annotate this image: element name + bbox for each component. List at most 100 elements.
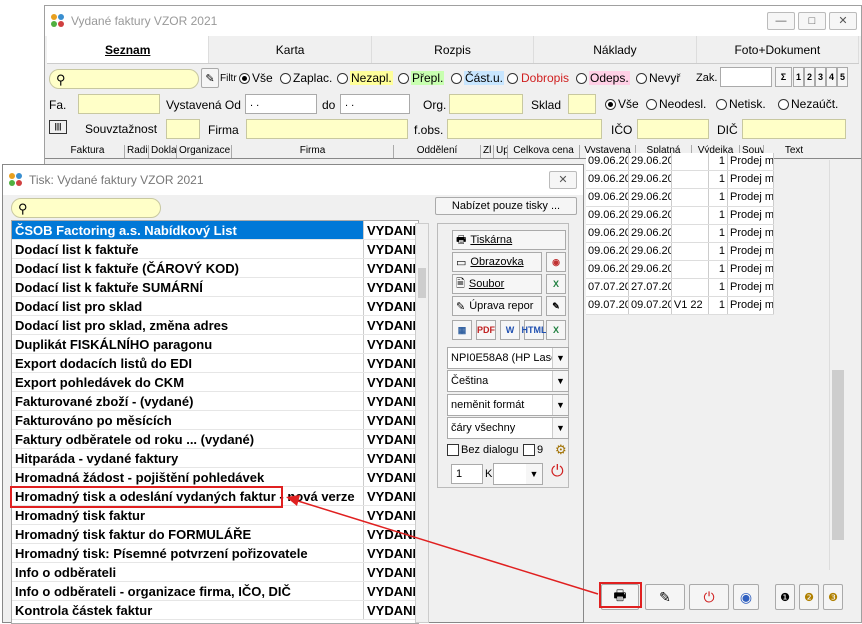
edit-report-button[interactable]: ✎: [645, 584, 685, 610]
date-from-input[interactable]: . .: [245, 94, 317, 114]
printer-select[interactable]: NPI0E58A8 (HP Lase ▼: [447, 347, 569, 369]
org-input[interactable]: [449, 94, 523, 114]
radio-odeps[interactable]: Odeps.: [576, 71, 630, 85]
col-organizace[interactable]: Organizace: [177, 145, 232, 158]
minimize-button[interactable]: —: [767, 12, 795, 30]
print-search-input[interactable]: ⚲: [11, 198, 161, 218]
tab-rozpis[interactable]: Rozpis: [372, 36, 535, 63]
zak-input[interactable]: [720, 67, 772, 87]
table-row[interactable]: 09.06.202129.06.2021 1Prodej mate: [586, 207, 774, 225]
tab-seznam[interactable]: Seznam: [47, 36, 210, 63]
settings-wand-icon[interactable]: ⚙: [555, 442, 567, 458]
print-list-item[interactable]: Fakturováno po měsících VYDANI: [12, 411, 418, 430]
camera-icon[interactable]: ◉: [546, 252, 566, 272]
print-list-item[interactable]: Hromadný tisk faktur do FORMULÁŘE VYDANI: [12, 525, 418, 544]
print-list-item[interactable]: ČSOB Factoring a.s. Nabídkový List VYDANI: [12, 221, 418, 240]
table-row[interactable]: 09.07.202109.07.2021V1 221Prodej mate: [586, 297, 774, 315]
step-1-button[interactable]: ❶: [775, 584, 795, 610]
nine-checkbox[interactable]: 9: [523, 444, 543, 456]
firma-input[interactable]: [246, 119, 408, 139]
table-row[interactable]: 09.06.202129.06.2021 1Prodej mate: [586, 243, 774, 261]
print-list-item[interactable]: Hromadný tisk faktur VYDANI: [12, 506, 418, 525]
print-list-item[interactable]: Fakturované zboží - (vydané) VYDANI: [12, 392, 418, 411]
uprava-button[interactable]: ✎ Úprava repor: [452, 296, 542, 316]
radio-vse-2[interactable]: Vše: [605, 97, 639, 111]
col-faktura[interactable]: Faktura: [51, 145, 125, 158]
radio-vse[interactable]: Vše: [239, 71, 273, 85]
print-list-item[interactable]: Dodací list k faktuře (ČÁROVÝ KOD) VYDANI: [12, 259, 418, 278]
obrazovka-button[interactable]: ▭ Obrazovka: [452, 252, 542, 272]
col-doklad[interactable]: Doklad: [149, 145, 177, 158]
print-list-item[interactable]: Info o odběrateli - organizace firma, IČ…: [12, 582, 418, 601]
print-list-scrollbar[interactable]: [415, 223, 429, 623]
close-button[interactable]: ✕: [829, 12, 857, 30]
radio-netisk[interactable]: Netisk.: [716, 97, 766, 111]
col-up[interactable]: Up: [494, 145, 508, 158]
print-list-item[interactable]: Duplikát FISKÁLNÍHO paragonu VYDANI: [12, 335, 418, 354]
print-close-button[interactable]: ✕: [549, 171, 577, 189]
search-input[interactable]: ⚲: [49, 69, 199, 89]
col-zl[interactable]: Zl: [481, 145, 494, 158]
eraser-icon[interactable]: ✎: [201, 68, 219, 88]
radio-nevyr[interactable]: Nevyř: [636, 71, 680, 85]
step-2-button[interactable]: ❷: [799, 584, 819, 610]
power-icon[interactable]: ⏻: [551, 463, 564, 481]
step-3-button[interactable]: ❸: [823, 584, 843, 610]
table-row[interactable]: 09.06.202129.06.2021 1Prodej mate: [586, 153, 774, 171]
tiskarna-button[interactable]: 🖶 Tiskárna: [452, 230, 566, 250]
maximize-button[interactable]: □: [798, 12, 826, 30]
col-radi[interactable]: Řadi: [125, 145, 149, 158]
grid-scrollbar[interactable]: [829, 160, 846, 570]
power-button[interactable]: ⏻: [689, 584, 729, 610]
radio-nezauct[interactable]: Nezaúčt.: [778, 97, 838, 111]
table-row[interactable]: 09.06.202129.06.2021 1Prodej mate: [586, 225, 774, 243]
radio-neodesl[interactable]: Neodesl.: [646, 97, 706, 111]
pdf-icon[interactable]: PDF: [476, 320, 496, 340]
print-list-item[interactable]: Faktury odběratele od roku ... (vydané) V…: [12, 430, 418, 449]
word-icon[interactable]: W: [500, 320, 520, 340]
radio-cast-u[interactable]: Část.u.: [451, 71, 505, 85]
table-row[interactable]: 07.07.202127.07.2021 1Prodej mate: [586, 279, 774, 297]
table-icon[interactable]: ▦: [452, 320, 472, 340]
view-5-button[interactable]: 5: [837, 67, 848, 87]
print-list-item[interactable]: Kontrola částek faktur VYDANI: [12, 601, 418, 620]
language-select[interactable]: Čeština ▼: [447, 370, 569, 392]
lines-select[interactable]: čáry všechny ▼: [447, 417, 569, 439]
color-button[interactable]: ◉: [733, 584, 759, 610]
html-icon[interactable]: HTML: [522, 320, 547, 340]
radio-nezapl[interactable]: Nezapl.: [337, 71, 393, 85]
bez-dialogu-checkbox[interactable]: Bez dialogu: [447, 444, 519, 456]
view-1-button[interactable]: 1: [793, 67, 804, 87]
col-firma[interactable]: Firma: [232, 145, 394, 158]
fa-input[interactable]: [78, 94, 160, 114]
radio-dobropis[interactable]: Dobropis: [507, 71, 570, 85]
view-4-button[interactable]: 4: [826, 67, 837, 87]
ico-input[interactable]: [637, 119, 709, 139]
view-2-button[interactable]: 2: [804, 67, 815, 87]
print-list-item[interactable]: Hromadná žádost - pojištění pohledávek VY…: [12, 468, 418, 487]
excel-export-icon[interactable]: X: [546, 320, 566, 340]
edit-pencil-icon[interactable]: ✎: [546, 296, 566, 316]
print-list-item[interactable]: Hromadný tisk: Písemné potvrzení pořizov…: [12, 544, 418, 563]
k-select[interactable]: ▼: [493, 463, 543, 485]
format-select[interactable]: neměnit formát ▼: [447, 394, 569, 416]
copies-input[interactable]: 1: [451, 464, 483, 484]
excel-icon[interactable]: X: [546, 274, 566, 294]
print-list-item[interactable]: Dodací list k faktuře SUMÁRNÍ VYDANI: [12, 278, 418, 297]
print-list-item[interactable]: Export pohledávek do CKM VYDANI: [12, 373, 418, 392]
fobs-input[interactable]: [447, 119, 602, 139]
col-celkova-cena[interactable]: Celkova cena: [508, 145, 580, 158]
print-list-item[interactable]: Dodací list pro sklad, změna adres VYDANI: [12, 316, 418, 335]
date-to-input[interactable]: . .: [340, 94, 410, 114]
tab-karta[interactable]: Karta: [209, 36, 372, 63]
dic-input[interactable]: [742, 119, 846, 139]
barcode-icon[interactable]: |||: [49, 120, 67, 134]
radio-prepl[interactable]: Přepl.: [398, 71, 445, 85]
print-list-item[interactable]: Hitparáda - vydané faktury VYDANI: [12, 449, 418, 468]
table-row[interactable]: 09.06.202129.06.2021 1Prodej mate: [586, 189, 774, 207]
soubor-button[interactable]: 🗎 Soubor: [452, 274, 542, 294]
sum-button[interactable]: Σ: [775, 67, 792, 87]
table-row[interactable]: 09.06.202129.06.2021 1Prodej mate: [586, 261, 774, 279]
table-row[interactable]: 09.06.202129.06.2021 1Prodej mate: [586, 171, 774, 189]
only-prints-button[interactable]: Nabízet pouze tisky ...: [435, 197, 577, 215]
